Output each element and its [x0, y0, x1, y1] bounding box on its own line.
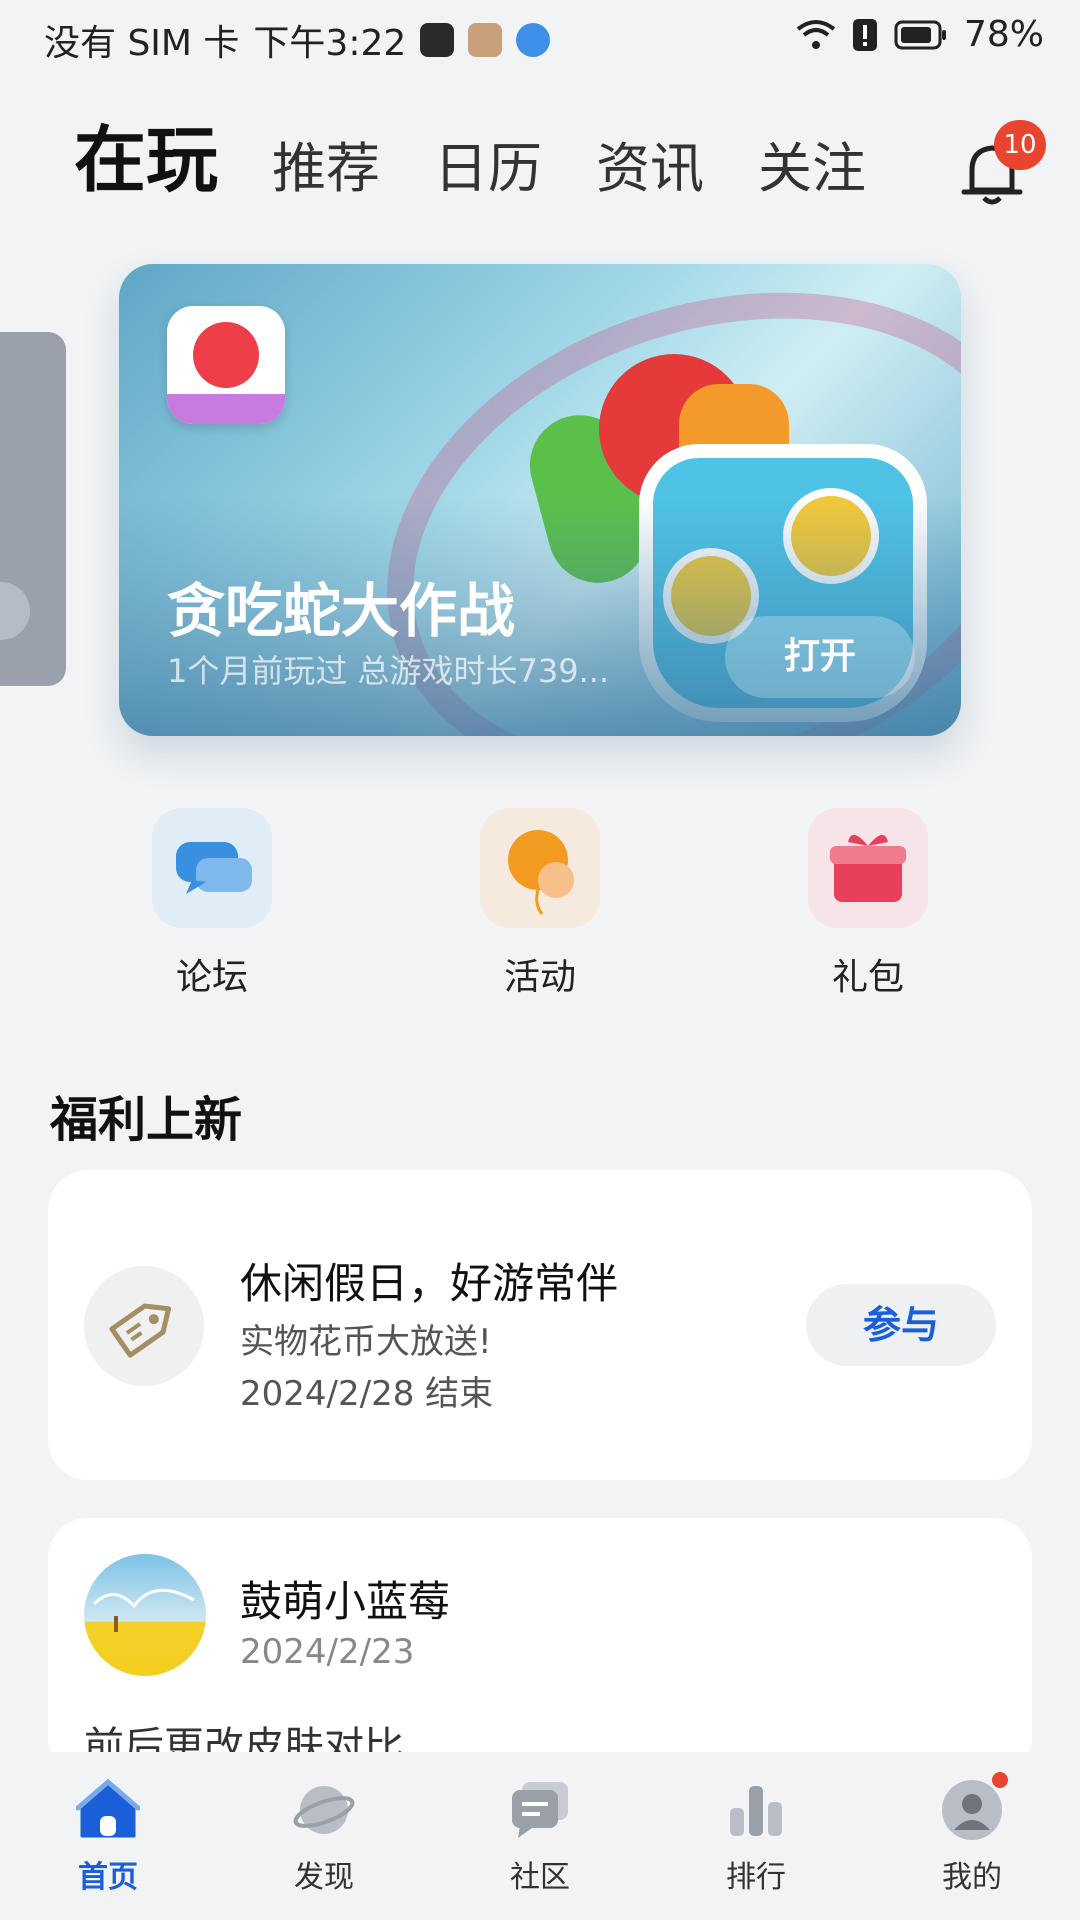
battery-icon [894, 20, 946, 49]
planet-icon [292, 1778, 356, 1842]
profile-icon [940, 1772, 1008, 1842]
nav-home[interactable]: 首页 [38, 1778, 178, 1896]
post-author[interactable]: 鼓萌小蓝莓 [240, 1568, 450, 1629]
tab-follow[interactable]: 关注 [758, 142, 866, 196]
section-title: 福利上新 [50, 1092, 243, 1148]
nav-ranking[interactable]: 排行 [686, 1778, 826, 1896]
nav-community-label: 社区 [510, 1860, 570, 1895]
home-icon [75, 1778, 141, 1842]
balloon-icon [480, 808, 600, 928]
gift-icon [808, 808, 928, 928]
play-history: 1个月前玩过 总游戏时长739... [167, 652, 610, 690]
nav-profile[interactable]: 我的 [902, 1772, 1042, 1896]
nav-home-label: 首页 [78, 1860, 138, 1895]
profile-notification-dot [992, 1772, 1008, 1788]
game-title: 贪吃蛇大作战 [167, 577, 516, 645]
previous-card-peek[interactable] [0, 332, 66, 686]
top-tabs: 在玩 推荐 日历 资讯 关注 [74, 124, 866, 196]
welfare-description: 实物花币大放送! [240, 1322, 492, 1362]
events-shortcut[interactable]: 活动 [460, 808, 620, 1000]
nav-discover[interactable]: 发现 [254, 1778, 394, 1896]
browser-app-icon [516, 23, 551, 57]
cloud-app-icon [468, 23, 503, 57]
game-app-icon [167, 306, 285, 424]
events-label: 活动 [503, 957, 576, 998]
notification-badge: 10 [994, 120, 1046, 170]
welfare-card[interactable]: 休闲假日，好游常伴 实物花币大放送! 2024/2/28 结束 参与 [48, 1170, 1032, 1480]
chat-bubble-icon [152, 808, 272, 928]
battery-level: 78% [963, 14, 1044, 55]
post-card[interactable]: 鼓萌小蓝莓 2024/2/23 前后更改皮肤对比 [48, 1518, 1032, 1778]
tab-news[interactable]: 资讯 [596, 142, 704, 196]
tab-recommend[interactable]: 推荐 [272, 142, 380, 196]
join-button[interactable]: 参与 [806, 1284, 996, 1366]
tab-playing[interactable]: 在玩 [74, 124, 218, 196]
nav-discover-label: 发现 [294, 1860, 354, 1895]
status-bar: 没有 SIM 卡 下午3:22 78% [0, 0, 1080, 80]
post-date: 2024/2/23 [240, 1632, 415, 1672]
bottom-nav: 首页 发现 社区 排行 我的 [0, 1752, 1080, 1920]
price-tag-icon [84, 1266, 204, 1386]
community-icon [508, 1778, 572, 1842]
alert-icon [852, 18, 877, 51]
wifi-icon [796, 19, 836, 49]
gift-pack-shortcut[interactable]: 礼包 [788, 808, 948, 1000]
nav-ranking-label: 排行 [726, 1860, 786, 1895]
gift-pack-label: 礼包 [831, 957, 904, 998]
ranking-icon [724, 1778, 788, 1842]
open-game-button[interactable]: 打开 [725, 616, 915, 698]
avatar[interactable] [84, 1554, 206, 1676]
nav-community[interactable]: 社区 [470, 1778, 610, 1896]
tab-calendar[interactable]: 日历 [434, 142, 542, 196]
forum-shortcut[interactable]: 论坛 [132, 808, 292, 1000]
game-banner-card[interactable]: 贪吃蛇大作战 1个月前玩过 总游戏时长739... 打开 [119, 264, 961, 736]
welfare-title: 休闲假日，好游常伴 [240, 1259, 619, 1308]
nav-profile-label: 我的 [942, 1860, 1002, 1895]
forum-label: 论坛 [175, 957, 248, 998]
clock: 下午3:22 [253, 23, 407, 64]
welfare-end-date: 2024/2/28 结束 [240, 1374, 494, 1414]
notification-button[interactable]: 10 [956, 120, 1046, 208]
carrier-text: 没有 SIM 卡 [44, 23, 240, 64]
video-app-icon [420, 23, 455, 57]
